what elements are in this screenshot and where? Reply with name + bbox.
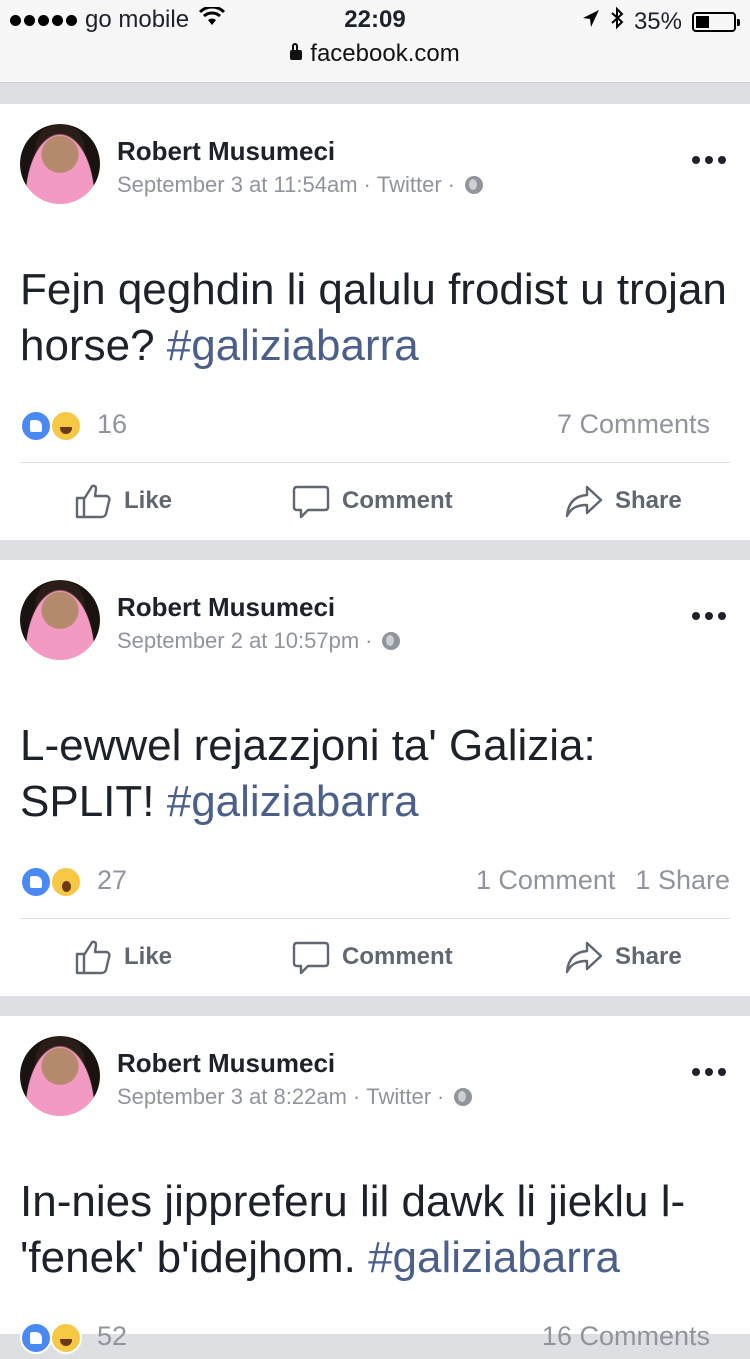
- share-icon: [565, 938, 603, 976]
- reaction-count: 27: [97, 865, 128, 895]
- avatar[interactable]: [20, 124, 100, 204]
- comment-button[interactable]: Comment: [292, 471, 453, 531]
- wow-reaction-icon: [50, 866, 82, 898]
- post-text: Fejn qeghdin li qalulu frodist u trojan …: [20, 262, 730, 374]
- post-meta: September 2 at 10:57pm ·: [117, 628, 401, 654]
- status-icons: 35%: [582, 6, 740, 37]
- reactions-row[interactable]: 52 16 Comments: [20, 1319, 730, 1359]
- reaction-icons: [20, 866, 90, 898]
- author-name[interactable]: Robert Musumeci: [117, 592, 335, 623]
- share-button[interactable]: Share: [565, 927, 682, 987]
- avatar[interactable]: [20, 580, 100, 660]
- more-icon[interactable]: [692, 156, 726, 164]
- meta-separator: ·: [447, 172, 455, 197]
- bluetooth-icon: [610, 6, 624, 37]
- shares-count[interactable]: 1 Share: [635, 865, 730, 896]
- comments-count[interactable]: 16 Comments: [542, 1321, 710, 1352]
- engagement-counts: 16 Comments: [542, 1321, 730, 1352]
- author-name[interactable]: Robert Musumeci: [117, 1048, 335, 1079]
- post-source: Twitter: [376, 172, 442, 197]
- like-label: Like: [124, 487, 173, 514]
- reactions-row[interactable]: 27 1 Comment 1 Share: [20, 863, 730, 903]
- share-button[interactable]: Share: [565, 471, 682, 531]
- like-reaction-icon: [20, 410, 52, 442]
- reaction-count: 16: [97, 409, 128, 439]
- share-label: Share: [615, 487, 682, 514]
- engagement-counts: 7 Comments: [557, 409, 730, 440]
- post-meta: September 3 at 11:54am · Twitter ·: [117, 172, 483, 198]
- like-reaction-icon: [20, 1322, 52, 1354]
- hashtag-link[interactable]: #galiziabarra: [167, 777, 419, 826]
- haha-reaction-icon: [50, 1322, 82, 1354]
- share-icon: [565, 482, 603, 520]
- post-text: L-ewwel rejazzjoni ta' Galizia: SPLIT! #…: [20, 718, 730, 830]
- globe-icon: [464, 176, 483, 194]
- meta-separator: ·: [363, 172, 371, 197]
- like-icon: [74, 482, 112, 520]
- post-date[interactable]: September 2 at 10:57pm: [117, 628, 359, 654]
- location-arrow-icon: [582, 8, 600, 36]
- lock-icon: [290, 43, 303, 60]
- post-text: In-nies jippreferu lil dawk li jieklu l-…: [20, 1174, 730, 1286]
- post: Robert Musumeci September 3 at 8:22am · …: [0, 1016, 750, 1354]
- meta-separator: ·: [352, 1084, 361, 1109]
- post-date[interactable]: September 3 at 8:22am: [117, 1084, 347, 1110]
- share-label: Share: [615, 943, 682, 970]
- reaction-icons: [20, 1322, 90, 1354]
- status-bar: go mobile 22:09 35% facebook.com: [0, 0, 750, 83]
- battery-percent: 35%: [633, 7, 682, 35]
- battery-icon: [692, 11, 740, 32]
- comments-count[interactable]: 7 Comments: [557, 409, 710, 440]
- like-button[interactable]: Like: [74, 927, 172, 987]
- like-reaction-icon: [20, 866, 52, 898]
- divider: [20, 918, 730, 919]
- like-button[interactable]: Like: [74, 471, 172, 531]
- comments-count[interactable]: 1 Comment: [476, 865, 616, 896]
- post: Robert Musumeci September 3 at 11:54am ·…: [0, 104, 750, 540]
- hashtag-link[interactable]: #galiziabarra: [167, 321, 419, 370]
- reaction-icons: [20, 410, 90, 442]
- like-icon: [74, 938, 112, 976]
- battery-level: [696, 15, 709, 28]
- globe-icon: [454, 1088, 473, 1106]
- avatar[interactable]: [20, 1036, 100, 1116]
- comment-label: Comment: [342, 943, 453, 970]
- action-bar: Like Comment Share: [0, 927, 750, 987]
- haha-reaction-icon: [50, 410, 82, 442]
- divider: [20, 462, 730, 463]
- more-icon[interactable]: [692, 1068, 726, 1076]
- meta-separator: ·: [365, 628, 373, 653]
- meta-separator: ·: [437, 1084, 445, 1109]
- like-label: Like: [124, 943, 173, 970]
- globe-icon: [382, 632, 401, 650]
- more-icon[interactable]: [692, 612, 726, 620]
- hashtag-link[interactable]: #galiziabarra: [368, 1233, 620, 1282]
- action-bar: Like Comment Share: [0, 471, 750, 531]
- post: Robert Musumeci September 2 at 10:57pm ·…: [0, 560, 750, 996]
- reaction-count: 52: [97, 1321, 128, 1351]
- post-meta: September 3 at 8:22am · Twitter ·: [117, 1084, 473, 1110]
- post-date[interactable]: September 3 at 11:54am: [117, 172, 358, 198]
- comment-button[interactable]: Comment: [292, 927, 453, 987]
- url-bar[interactable]: facebook.com: [0, 40, 750, 68]
- comment-icon: [292, 938, 330, 976]
- author-name[interactable]: Robert Musumeci: [117, 136, 335, 167]
- reactions-row[interactable]: 16 7 Comments: [20, 407, 730, 447]
- engagement-counts: 1 Comment 1 Share: [476, 865, 730, 896]
- comment-label: Comment: [342, 487, 453, 514]
- comment-icon: [292, 482, 330, 520]
- post-source: Twitter: [366, 1084, 432, 1109]
- url-text: facebook.com: [310, 40, 460, 67]
